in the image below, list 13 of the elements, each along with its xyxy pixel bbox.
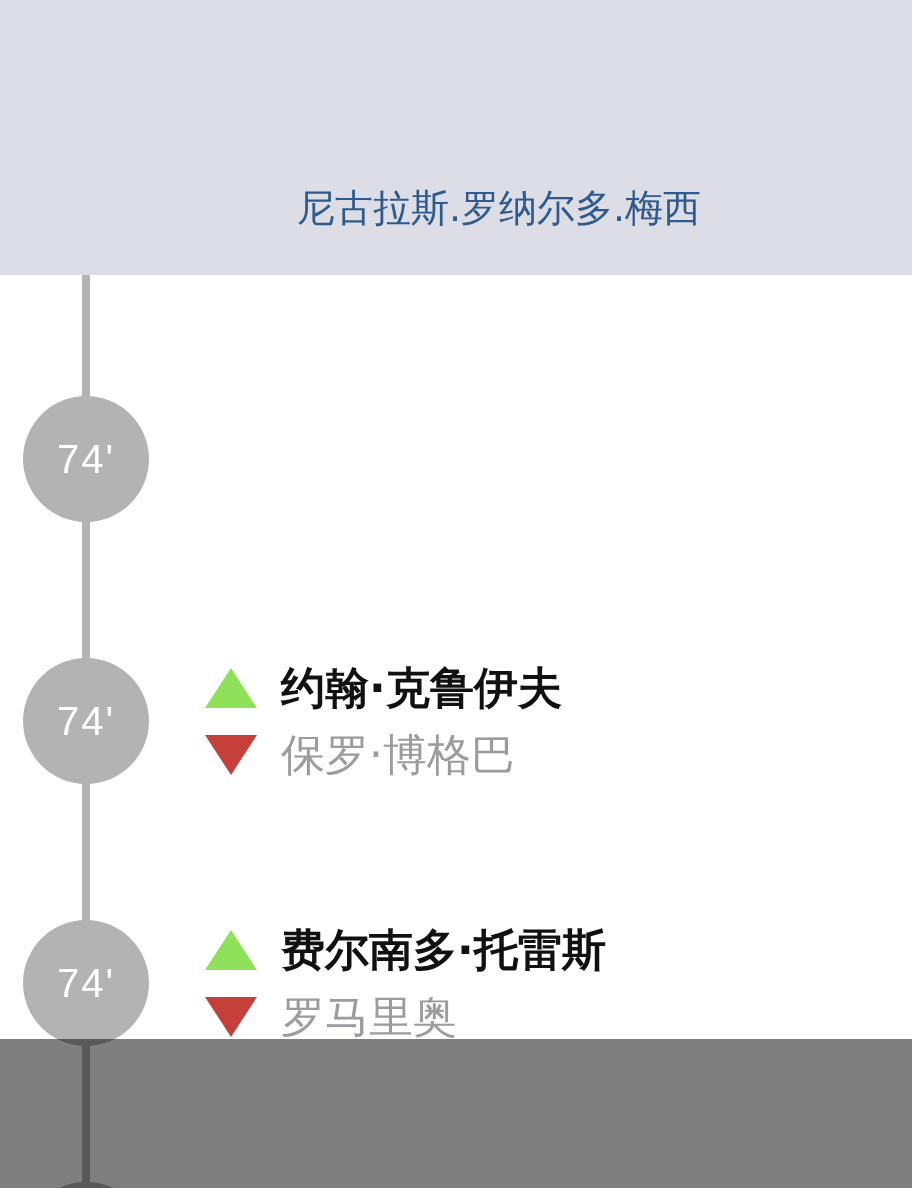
player-in-name: 费尔南多·托雷斯	[281, 927, 606, 972]
player-title: 尼古拉斯.罗纳尔多.梅西	[297, 186, 702, 230]
player-out-name: 保罗·博格巴	[281, 732, 515, 777]
triangle-up-icon	[205, 667, 257, 708]
minute-marker: 74'	[23, 658, 149, 784]
minute-marker: 74'	[23, 396, 149, 522]
triangle-down-icon	[205, 996, 257, 1037]
minute-marker: 74'	[23, 920, 149, 1046]
triangle-up-icon	[205, 929, 257, 970]
player-out-name: 罗马里奥	[281, 994, 457, 1039]
triangle-down-icon	[205, 734, 257, 775]
timeline-node	[59, 1182, 113, 1188]
player-in-name: 约翰·克鲁伊夫	[281, 665, 562, 710]
